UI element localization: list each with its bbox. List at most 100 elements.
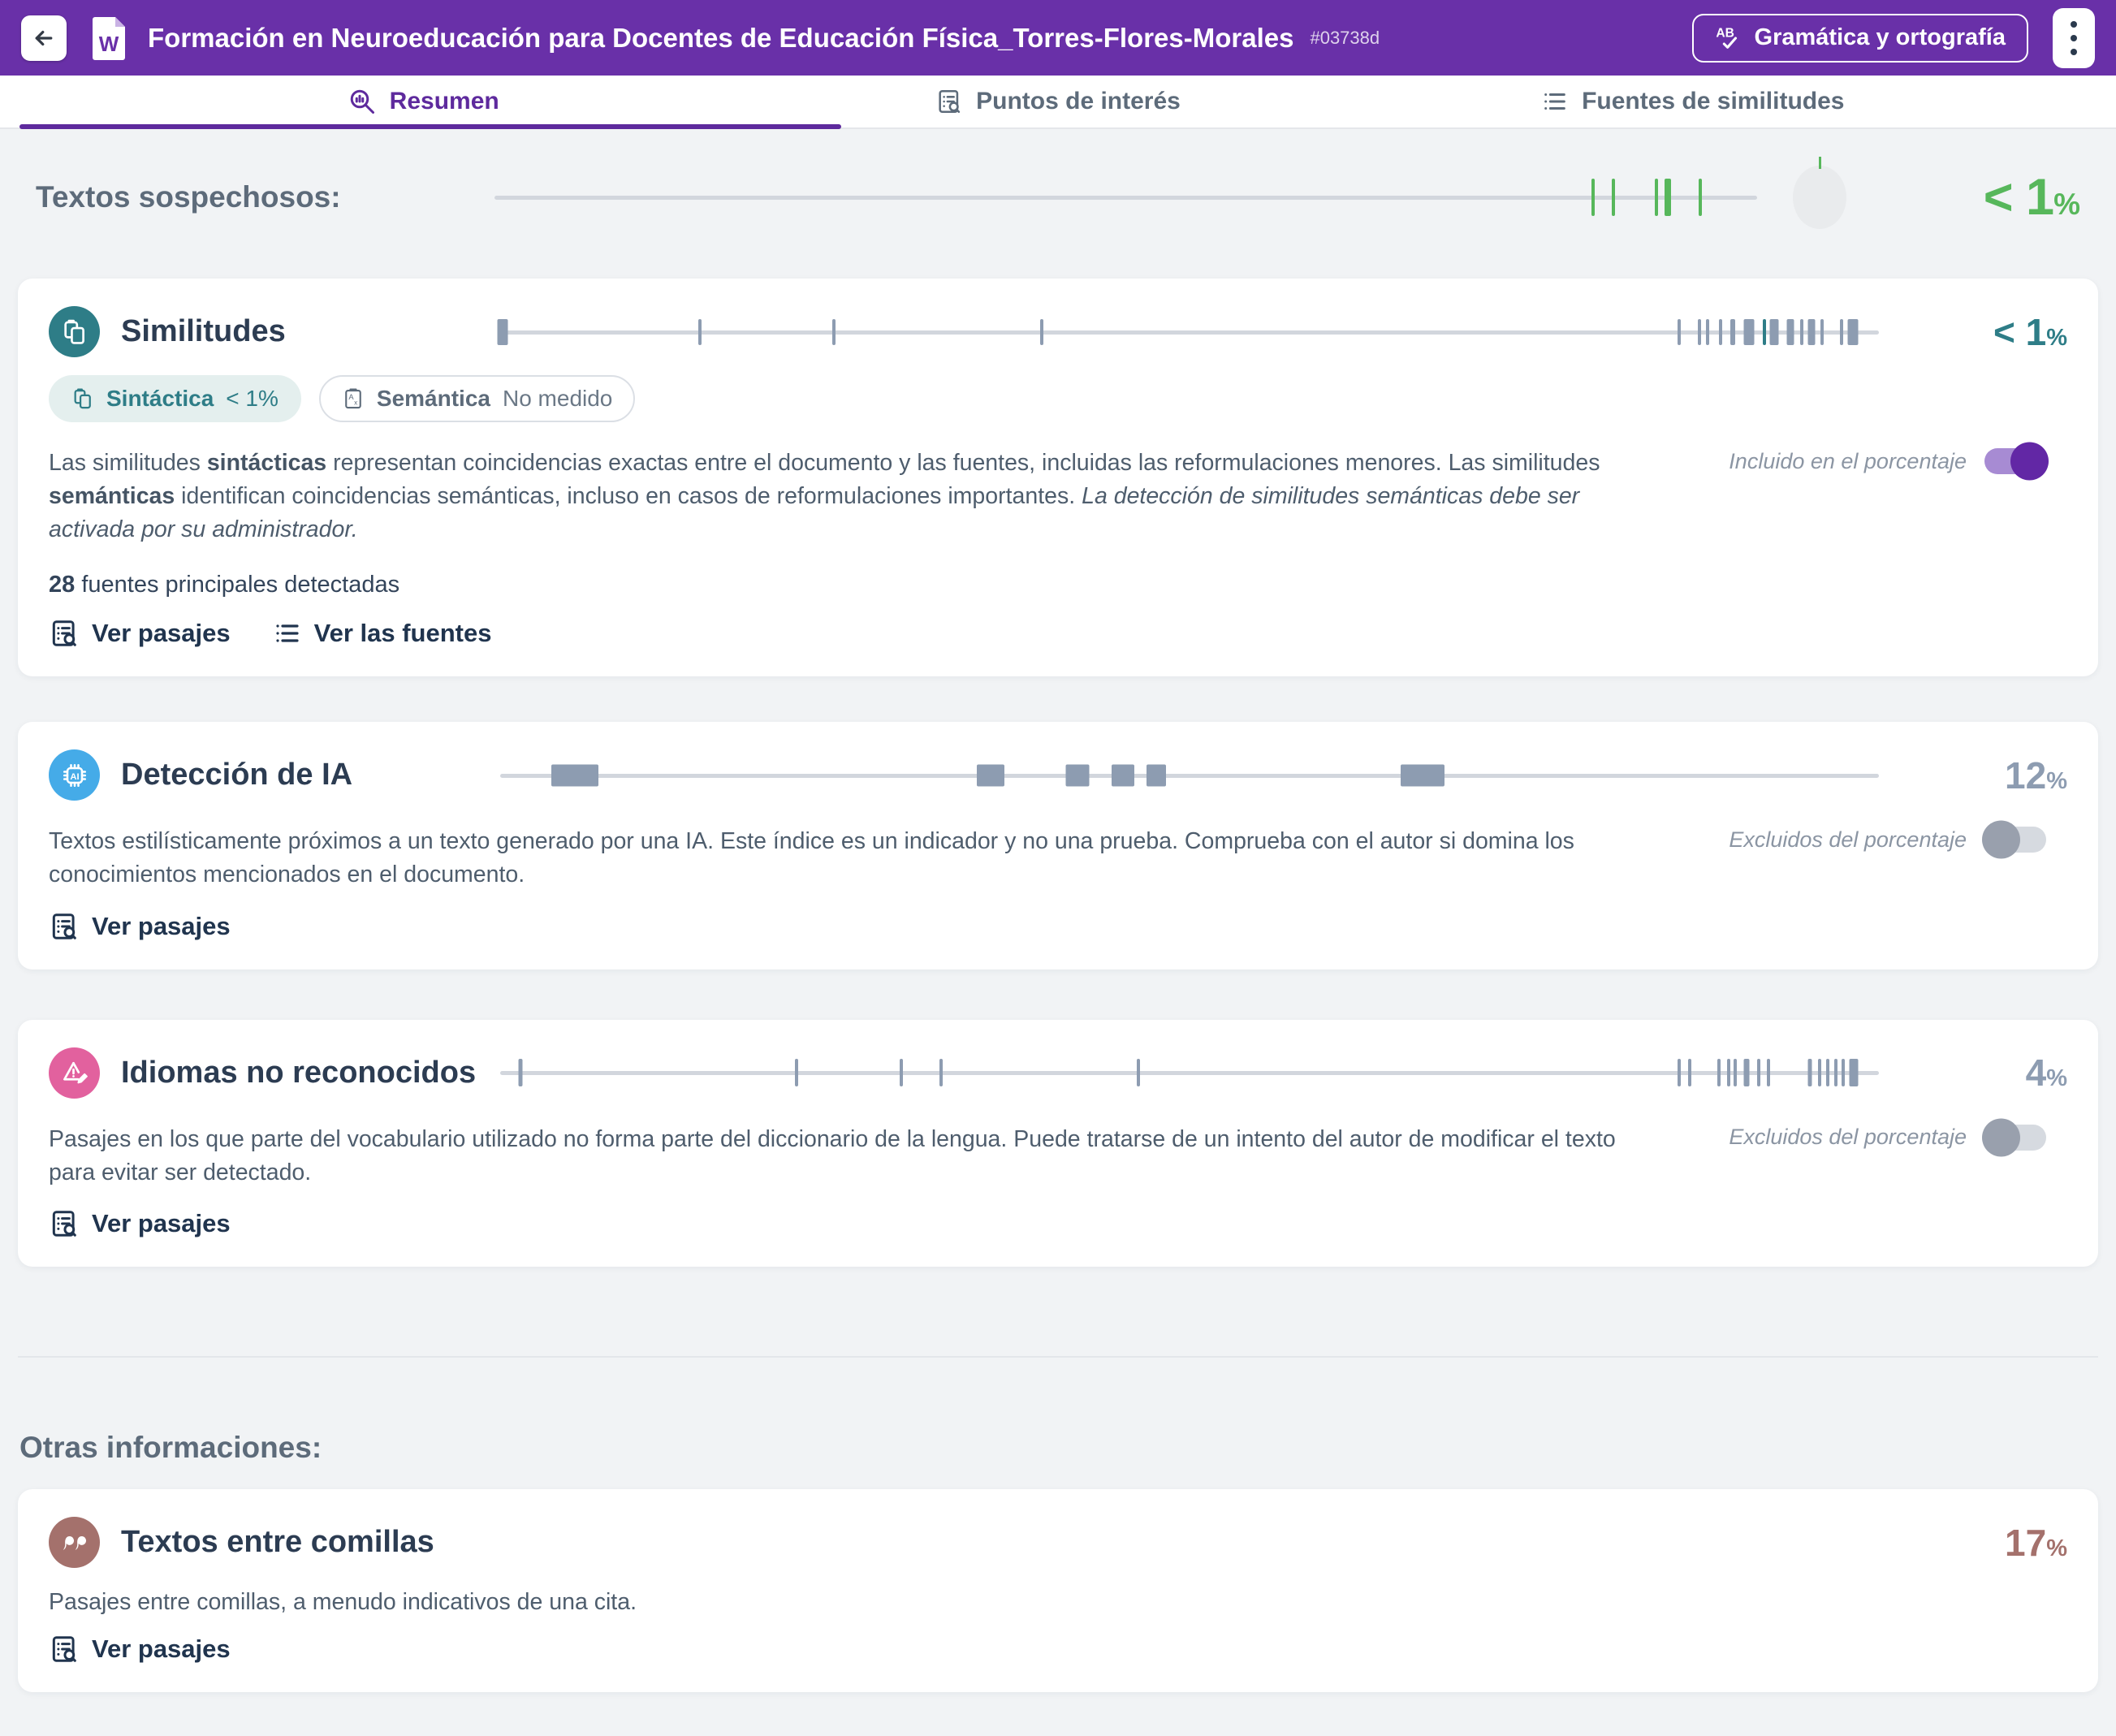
- comillas-description: Pasajes entre comillas, a menudo indicat…: [49, 1589, 2067, 1616]
- suspect-texts-label: Textos sospechosos:: [36, 180, 494, 214]
- track-mark: [1850, 1059, 1859, 1086]
- comillas-title: Textos entre comillas: [121, 1525, 434, 1560]
- track-mark: [1591, 179, 1595, 216]
- track-mark: [498, 319, 508, 345]
- track-mark: [1847, 319, 1858, 345]
- idiomas-percentage: 4%: [1879, 1051, 2067, 1095]
- track-mark: [1655, 179, 1658, 216]
- card-deteccion-ia: AI Detección de IA 12% Textos estilístic…: [18, 722, 2098, 969]
- arrow-left-icon: [32, 26, 56, 50]
- chip-semantica[interactable]: A x Semántica No medido: [319, 375, 635, 422]
- track-mark: [1112, 764, 1134, 786]
- idiomas-toggle-block: Excluidos del porcentaje: [1729, 1125, 2067, 1151]
- tab-puntos-de-interes[interactable]: Puntos de interés: [846, 76, 1269, 127]
- idiomas-title: Idiomas no reconocidos: [121, 1056, 476, 1090]
- track-mark: [1688, 1059, 1691, 1086]
- similitudes-percentage-value: < 1: [1993, 311, 2046, 353]
- similitudes-chips: Sintáctica < 1% A x Semántica No medido: [49, 375, 2067, 422]
- track-mark: [1040, 319, 1043, 345]
- track-mark: [1699, 179, 1702, 216]
- suspect-texts-track[interactable]: [494, 177, 1757, 218]
- similitudes-track[interactable]: [500, 312, 1879, 352]
- similitudes-percentage: < 1%: [1879, 310, 2067, 354]
- similitudes-links: Ver pasajes Ver las fuentes: [49, 618, 2067, 649]
- similitudes-title: Similitudes: [121, 314, 286, 349]
- track-mark: [1787, 319, 1794, 345]
- track-mark: [939, 1059, 943, 1086]
- track-mark: [1734, 1059, 1737, 1086]
- card-idiomas: Idiomas no reconocidos 4% Pasajes en los…: [18, 1020, 2098, 1267]
- track-mark: [1826, 1059, 1829, 1086]
- track-mark: [1744, 319, 1755, 345]
- points-of-interest-icon: [935, 88, 963, 115]
- grammar-spelling-button[interactable]: AB Gramática y ortografía: [1692, 14, 2028, 63]
- tab-fuentes-label: Fuentes de similitudes: [1582, 88, 1844, 115]
- track-mark: [1743, 1059, 1749, 1086]
- document-id: #03738d: [1310, 28, 1380, 49]
- tab-resumen[interactable]: Resumen: [0, 76, 846, 127]
- ver-pasajes-link[interactable]: Ver pasajes: [49, 618, 231, 649]
- main-content: Textos sospechosos: < 1% Similitudes: [0, 162, 2116, 1692]
- tab-puntos-label: Puntos de interés: [976, 88, 1181, 115]
- idiomas-description: Pasajes en los que parte del vocabulario…: [49, 1123, 1681, 1190]
- kebab-dot: [2071, 49, 2077, 55]
- idiomas-track[interactable]: [500, 1052, 1879, 1093]
- active-tab-underline: [19, 124, 841, 129]
- ver-las-fuentes-link[interactable]: Ver las fuentes: [273, 618, 492, 649]
- ia-toggle-block: Excluidos del porcentaje: [1729, 827, 2067, 853]
- similitudes-description-row: Las similitudes sintácticas representan …: [49, 447, 2067, 546]
- comillas-percentage-unit: %: [2046, 1535, 2067, 1561]
- track-mark: [1137, 1059, 1140, 1086]
- card-textos-entre-comillas: Textos entre comillas 17% Pasajes entre …: [18, 1489, 2098, 1692]
- idiomas-header-row: Idiomas no reconocidos 4%: [49, 1047, 2067, 1099]
- similitudes-include-toggle[interactable]: [1984, 448, 2046, 474]
- track-mark: [832, 319, 836, 345]
- chip-semantica-label: Semántica: [377, 386, 490, 412]
- svg-text:x: x: [354, 399, 357, 407]
- track-mark: [1818, 1059, 1821, 1086]
- sources-count-text: fuentes principales detectadas: [75, 572, 399, 598]
- track-mark: [1730, 319, 1735, 345]
- idiomas-description-row: Pasajes en los que parte del vocabulario…: [49, 1123, 2067, 1190]
- ver-pasajes-link[interactable]: Ver pasajes: [49, 911, 231, 942]
- copy-small-icon: [71, 387, 94, 410]
- track-mark: [1401, 764, 1444, 786]
- back-button[interactable]: [21, 15, 67, 61]
- clipboard-translate-icon: A x: [342, 387, 365, 410]
- track-mark: [1834, 1059, 1837, 1086]
- document-title: Formación en Neuroeducación para Docente…: [148, 23, 1293, 54]
- ver-pasajes-link[interactable]: Ver pasajes: [49, 1208, 231, 1239]
- ver-pasajes-label: Ver pasajes: [92, 1635, 231, 1664]
- track-mark: [1820, 319, 1824, 345]
- ia-include-toggle[interactable]: [1984, 827, 2046, 853]
- gauge-tick: [1819, 157, 1821, 169]
- idiomas-include-toggle[interactable]: [1984, 1125, 2046, 1151]
- idiomas-toggle-label: Excluidos del porcentaje: [1729, 1125, 1967, 1150]
- view-passages-icon: [49, 1208, 80, 1239]
- ia-track[interactable]: [500, 755, 1879, 796]
- chip-semantica-value: No medido: [503, 386, 612, 412]
- track-mark: [977, 764, 1004, 786]
- ia-titleblock: AI Detección de IA: [49, 749, 500, 801]
- suspect-percentage-value: < 1: [1984, 169, 2053, 226]
- other-info-heading: Otras informaciones:: [19, 1431, 2098, 1465]
- suspect-percentage-unit: %: [2053, 188, 2080, 221]
- track-mark: [1757, 1059, 1760, 1086]
- toggle-knob: [1982, 1118, 2020, 1156]
- track-mark: [795, 1059, 798, 1086]
- toggle-knob: [1982, 821, 2020, 859]
- track-mark: [1717, 1059, 1721, 1086]
- ia-header-row: AI Detección de IA 12%: [49, 749, 2067, 801]
- chip-sintactica[interactable]: Sintáctica < 1%: [49, 375, 301, 422]
- idiomas-links: Ver pasajes: [49, 1208, 2067, 1239]
- ver-pasajes-link[interactable]: Ver pasajes: [49, 1634, 231, 1665]
- track-mark: [1147, 764, 1166, 786]
- track-mark: [1807, 319, 1815, 345]
- grammar-button-label: Gramática y ortografía: [1755, 24, 2006, 51]
- more-options-button[interactable]: [2053, 8, 2095, 68]
- track-mark: [1727, 1059, 1730, 1086]
- ia-toggle-label: Excluidos del porcentaje: [1729, 827, 1967, 853]
- track-mark: [1612, 179, 1615, 216]
- tab-fuentes-de-similitudes[interactable]: Fuentes de similitudes: [1270, 76, 2116, 127]
- sources-count: 28: [49, 572, 75, 598]
